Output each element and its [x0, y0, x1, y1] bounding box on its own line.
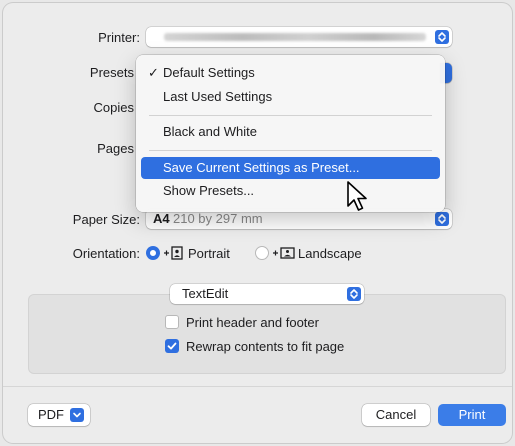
app-options-group [28, 294, 506, 374]
paper-size-stepper-icon [435, 212, 449, 226]
checkmark-icon [167, 342, 177, 350]
paper-size-dims: 210 by 297 mm [173, 211, 263, 226]
preset-item-show-presets[interactable]: Show Presets... [141, 180, 440, 202]
menu-separator [149, 150, 432, 151]
preset-item-default-settings[interactable]: ✓ Default Settings [141, 62, 440, 84]
pdf-label: PDF [38, 407, 64, 422]
pdf-menu-button[interactable]: PDF [28, 404, 90, 426]
menu-separator [149, 115, 432, 116]
rewrap-label: Rewrap contents to fit page [186, 339, 345, 354]
print-header-footer-label: Print header and footer [186, 315, 319, 330]
orientation-landscape-label: Landscape [298, 246, 362, 261]
app-options-select-value: TextEdit [182, 286, 229, 301]
orientation-portrait-label: Portrait [188, 246, 230, 261]
portrait-orientation-icon [164, 246, 183, 260]
presets-menu: ✓ Default Settings Last Used Settings Bl… [136, 55, 445, 212]
preset-item-label: Black and White [163, 124, 257, 139]
preset-item-black-and-white[interactable]: Black and White [141, 121, 440, 143]
paper-size-select[interactable]: A4 210 by 297 mm [146, 209, 452, 229]
copies-label: Copies [93, 100, 134, 115]
printer-select[interactable] [146, 27, 452, 47]
checkmark-icon: ✓ [148, 65, 159, 80]
print-button[interactable]: Print [438, 404, 506, 426]
rewrap-checkbox[interactable] [165, 339, 179, 353]
app-options-select[interactable]: TextEdit [170, 284, 364, 304]
app-options-stepper-icon [347, 287, 361, 301]
presets-label: Presets [89, 65, 134, 80]
pages-label: Pages [97, 141, 134, 156]
mouse-pointer-icon [347, 181, 367, 211]
preset-item-last-used-settings[interactable]: Last Used Settings [141, 86, 440, 108]
cancel-button[interactable]: Cancel [362, 404, 430, 426]
landscape-orientation-icon [273, 247, 295, 259]
preset-item-label: Save Current Settings as Preset... [163, 160, 360, 175]
printer-label: Printer: [98, 30, 140, 45]
paper-size-label: Paper Size: [72, 212, 140, 227]
footer-separator [3, 386, 512, 387]
orientation-label: Orientation: [72, 246, 140, 261]
preset-item-label: Default Settings [163, 65, 255, 80]
preset-item-label: Last Used Settings [163, 89, 273, 104]
printer-name-redacted [164, 33, 426, 41]
pdf-chevron-icon [70, 408, 84, 422]
orientation-landscape-radio[interactable] [255, 246, 269, 260]
preset-item-label: Show Presets... [163, 183, 255, 198]
paper-size-value: A4 [153, 211, 170, 226]
preset-item-save-current-settings[interactable]: Save Current Settings as Preset... [141, 157, 440, 179]
orientation-portrait-radio[interactable] [146, 246, 160, 260]
printer-select-stepper-icon [435, 30, 449, 44]
print-header-footer-checkbox[interactable] [165, 315, 179, 329]
